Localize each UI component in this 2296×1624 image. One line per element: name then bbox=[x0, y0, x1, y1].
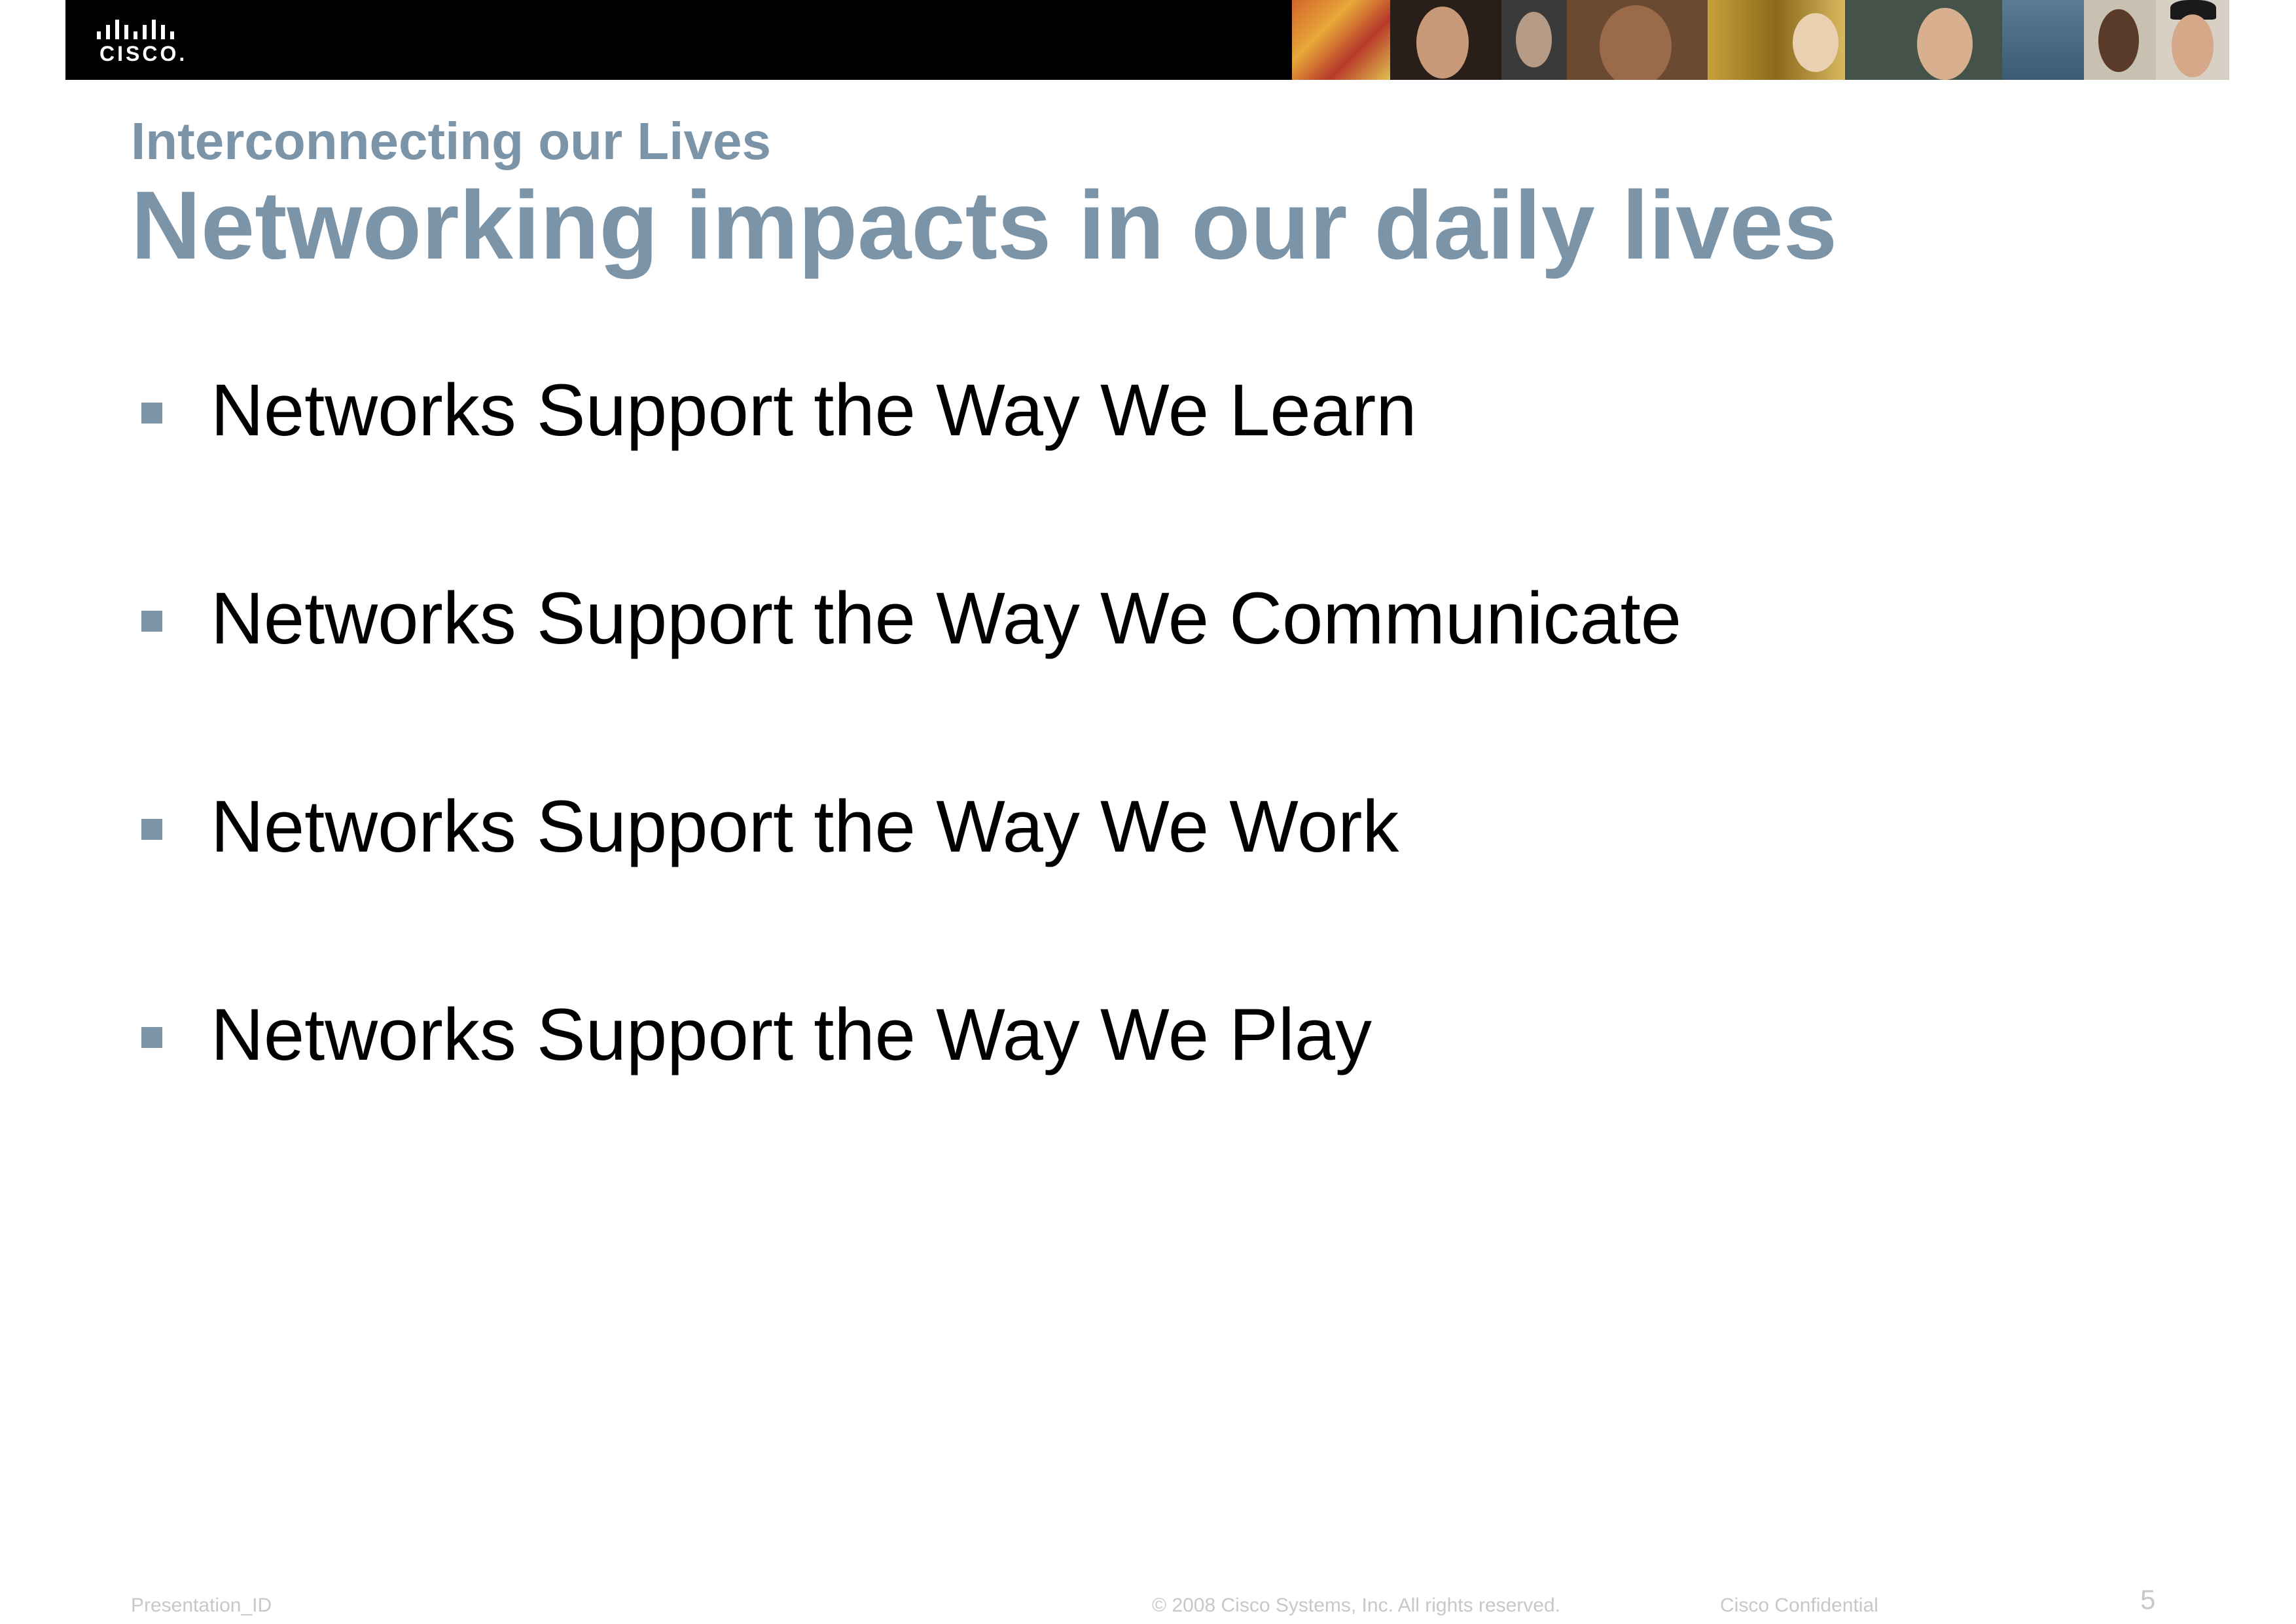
bullet-text: Networks Support the Way We Communicate bbox=[211, 577, 1682, 659]
footer-confidential: Cisco Confidential bbox=[1720, 1595, 1878, 1616]
logo-wordmark: CISCO. bbox=[99, 42, 188, 65]
cisco-bars-icon bbox=[97, 20, 174, 39]
header-banner: CISCO. bbox=[65, 0, 2229, 80]
bullet-item: Networks Support the Way We Work bbox=[131, 783, 1681, 991]
bullet-item: Networks Support the Way We Learn bbox=[131, 367, 1681, 575]
square-bullet-icon bbox=[141, 611, 162, 632]
photo-man-cap bbox=[2156, 0, 2229, 80]
photo-golden-pattern bbox=[1708, 0, 1845, 80]
photo-woman-smiling bbox=[1845, 0, 2002, 80]
photo-man-portrait bbox=[1567, 0, 1708, 80]
bullet-text: Networks Support the Way We Play bbox=[211, 994, 1372, 1075]
square-bullet-icon bbox=[141, 1027, 162, 1048]
photo-colorful-pattern bbox=[1292, 0, 1390, 80]
square-bullet-icon bbox=[141, 403, 162, 424]
photo-man-thinking bbox=[1501, 0, 1567, 80]
footer-copyright: © 2008 Cisco Systems, Inc. All rights re… bbox=[1152, 1595, 1561, 1616]
photo-woman-portrait bbox=[1390, 0, 1501, 80]
bullet-text: Networks Support the Way We Learn bbox=[211, 369, 1417, 451]
bullet-text: Networks Support the Way We Work bbox=[211, 785, 1399, 867]
square-bullet-icon bbox=[141, 819, 162, 840]
slide-title: Networking impacts in our daily lives bbox=[131, 171, 1838, 280]
bullet-item: Networks Support the Way We Play bbox=[131, 991, 1681, 1199]
people-photo-strip bbox=[1292, 0, 2229, 80]
bullet-item: Networks Support the Way We Communicate bbox=[131, 575, 1681, 783]
photo-man-smiling bbox=[2084, 0, 2156, 80]
footer-presentation-id: Presentation_ID bbox=[131, 1595, 272, 1616]
page-number: 5 bbox=[2140, 1584, 2156, 1615]
cisco-logo: CISCO. bbox=[94, 17, 192, 69]
bullet-list: Networks Support the Way We Learn Networ… bbox=[131, 367, 1681, 1199]
slide-subtitle: Interconnecting our Lives bbox=[131, 112, 771, 170]
photo-blue-panel bbox=[2002, 0, 2084, 80]
